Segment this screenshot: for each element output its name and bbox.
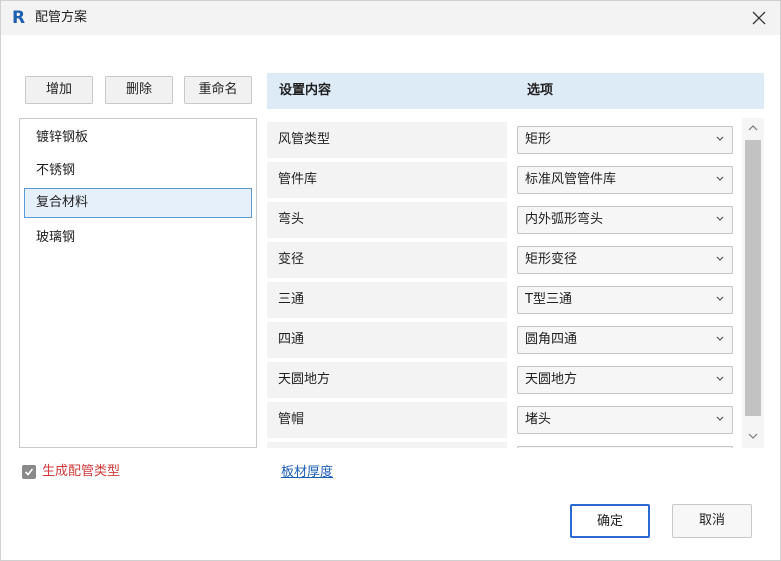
ok-button[interactable]: 确定 [570,504,650,538]
select-value: 矩形 [525,132,552,147]
settings-scrollbar[interactable] [742,118,764,448]
material-item-fiberglass[interactable]: 玻璃钢 [24,223,252,253]
select-reducer[interactable]: 矩形变径 [517,246,733,274]
select-value: T型三通 [525,292,572,307]
board-thickness-link[interactable]: 板材厚度 [281,465,333,481]
row-label-duct-type: 风管类型 [267,122,507,158]
select-value: 堵头 [525,412,552,427]
row-label-fitting-library: 管件库 [267,162,507,198]
cancel-button[interactable]: 取消 [672,504,752,538]
header-option: 选项 [527,83,554,98]
close-button[interactable] [736,1,780,35]
material-item-stainless-steel[interactable]: 不锈钢 [24,156,252,186]
chevron-down-icon [716,216,724,221]
chevron-down-icon [716,336,724,341]
select-cross[interactable]: 圆角四通 [517,326,733,354]
settings-table-body: 风管类型 矩形 管件库 标准风管管件库 弯头 内外弧形弯头 变径 矩形变径 三通… [267,118,741,448]
delete-button[interactable]: 删除 [105,76,173,104]
dialog-title: 配管方案 [35,10,88,25]
checkmark-icon [24,468,34,476]
material-item-composite[interactable]: 复合材料 [24,188,252,218]
select-partial[interactable] [517,446,733,448]
row-label-reducer: 变径 [267,242,507,278]
select-value: 标准风管管件库 [525,172,617,187]
select-value: 天圆地方 [525,372,578,387]
rename-button[interactable]: 重命名 [184,76,252,104]
select-cap[interactable]: 堵头 [517,406,733,434]
select-value: 内外弧形弯头 [525,212,604,227]
select-tee[interactable]: T型三通 [517,286,733,314]
select-value: 圆角四通 [525,332,578,347]
select-square-to-round[interactable]: 天圆地方 [517,366,733,394]
row-label-square-to-round: 天圆地方 [267,362,507,398]
add-button[interactable]: 增加 [25,76,93,104]
chevron-down-icon [716,136,724,141]
chevron-down-icon [716,176,724,181]
chevron-down-icon [716,376,724,381]
pipe-scheme-dialog: R 配管方案 增加 删除 重命名 镀锌钢板 不锈钢 复合材料 玻璃钢 设置内容 … [0,0,781,561]
generate-pipe-type-checkbox[interactable] [22,465,36,479]
scroll-down-icon[interactable] [748,432,758,440]
scroll-up-icon[interactable] [748,124,758,132]
header-setting-content: 设置内容 [279,83,332,98]
title-bar: R 配管方案 [1,1,780,35]
revit-app-icon: R [12,8,26,28]
chevron-down-icon [716,416,724,421]
row-label-partial [267,442,507,448]
row-label-tee: 三通 [267,282,507,318]
scrollbar-thumb[interactable] [745,140,761,416]
settings-table-header: 设置内容 选项 [267,73,764,109]
material-list: 镀锌钢板 不锈钢 复合材料 玻璃钢 [19,118,257,448]
material-item-galvanized-steel[interactable]: 镀锌钢板 [24,123,252,153]
close-icon [752,11,766,25]
generate-pipe-type-label[interactable]: 生成配管类型 [42,464,120,480]
row-label-cap: 管帽 [267,402,507,438]
chevron-down-icon [716,296,724,301]
select-value: 矩形变径 [525,252,578,267]
select-elbow[interactable]: 内外弧形弯头 [517,206,733,234]
row-label-elbow: 弯头 [267,202,507,238]
chevron-down-icon [716,256,724,261]
row-label-cross: 四通 [267,322,507,358]
select-duct-type[interactable]: 矩形 [517,126,733,154]
select-fitting-library[interactable]: 标准风管管件库 [517,166,733,194]
